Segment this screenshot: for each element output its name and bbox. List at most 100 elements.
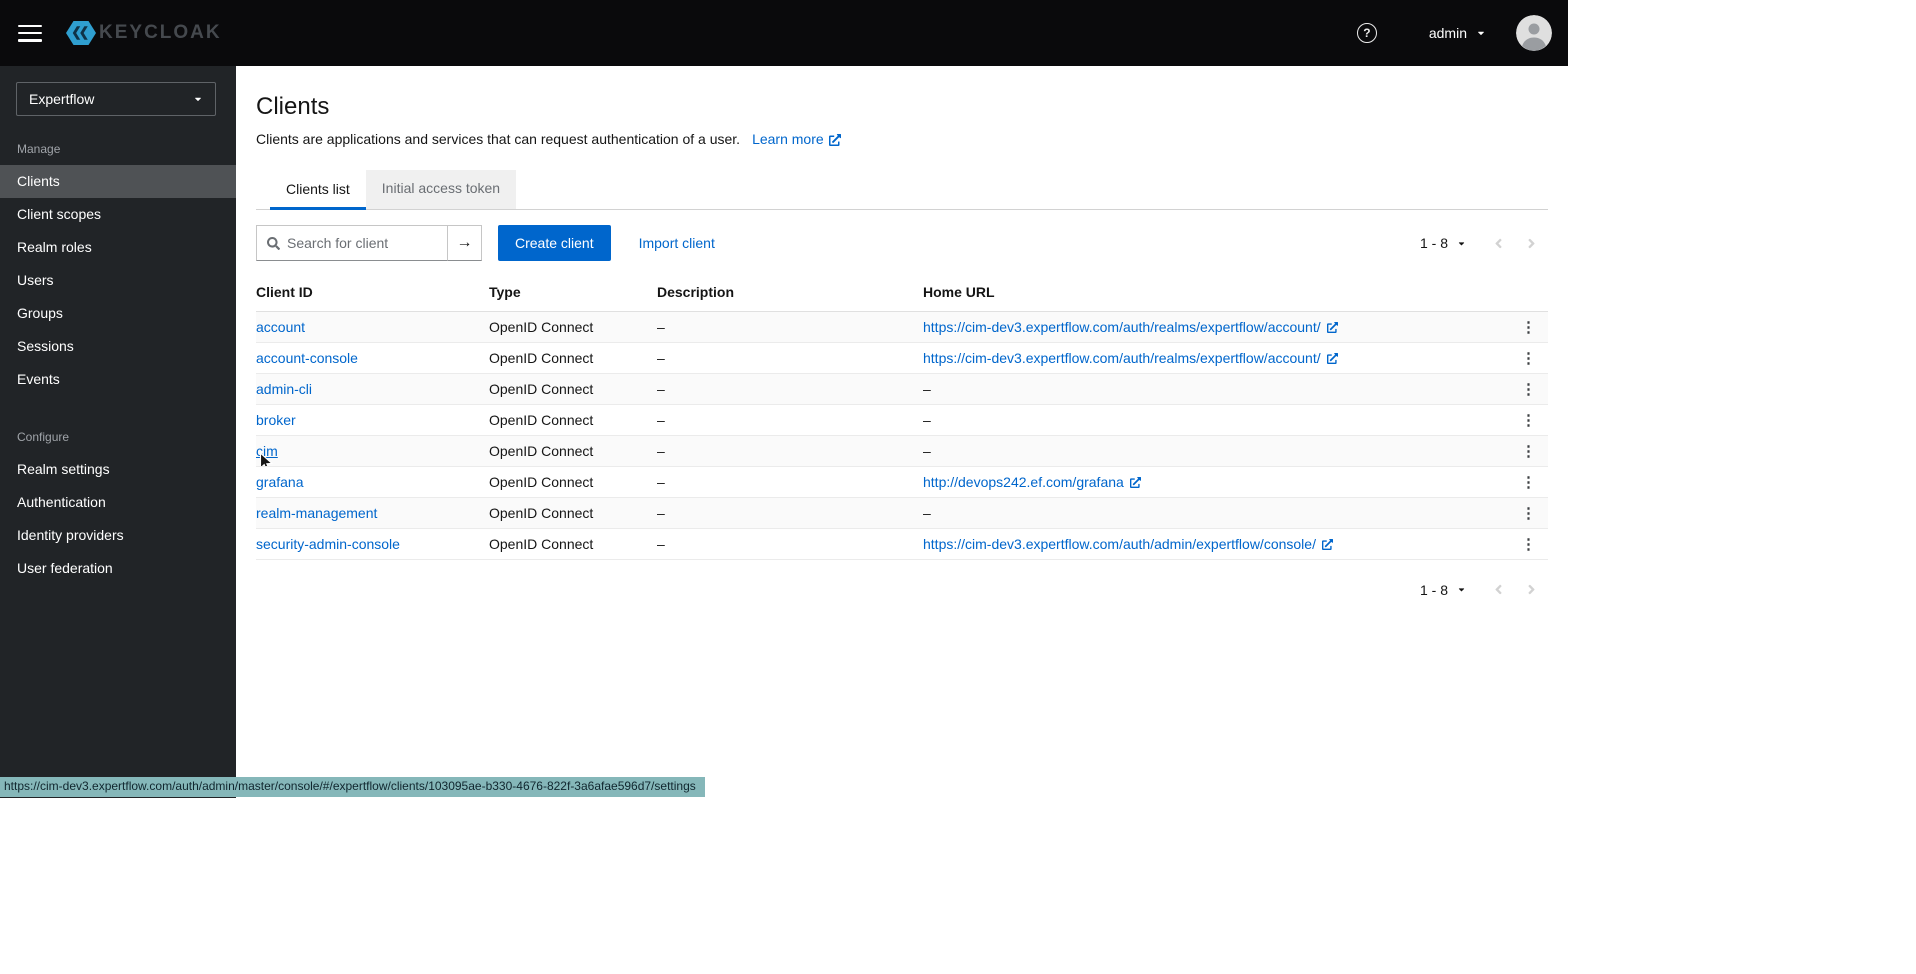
help-button[interactable]: ? — [1357, 23, 1377, 43]
pagination-range-button[interactable]: 1 - 8 — [1414, 231, 1472, 255]
external-link-icon — [1327, 322, 1338, 333]
avatar[interactable] — [1516, 15, 1552, 51]
realm-name: Expertflow — [29, 91, 94, 107]
row-actions-kebab-button[interactable]: ⋮ — [1515, 537, 1542, 552]
row-actions-kebab-button[interactable]: ⋮ — [1515, 351, 1542, 366]
caret-down-icon — [193, 94, 203, 104]
table-row: accountOpenID Connect–https://cim-dev3.e… — [256, 312, 1548, 343]
tabs: Clients list Initial access token — [256, 170, 1548, 210]
client-id-link[interactable]: broker — [256, 412, 296, 428]
sidebar-item-identity-providers[interactable]: Identity providers — [0, 519, 236, 552]
tab-initial-access-token[interactable]: Initial access token — [366, 170, 516, 209]
home-url-link[interactable]: https://cim-dev3.expertflow.com/auth/adm… — [923, 536, 1316, 552]
sidebar-item-groups[interactable]: Groups — [0, 297, 236, 330]
nav-section-manage: Manage Clients Client scopes Realm roles… — [0, 124, 236, 396]
sidebar-item-events[interactable]: Events — [0, 363, 236, 396]
next-page-button[interactable] — [1515, 231, 1548, 256]
row-actions-kebab-button[interactable]: ⋮ — [1515, 475, 1542, 490]
search-input[interactable] — [287, 235, 439, 251]
client-type: OpenID Connect — [489, 312, 657, 343]
pagination-range-button-bottom[interactable]: 1 - 8 — [1414, 578, 1472, 602]
search-submit-button[interactable]: → — [448, 225, 482, 261]
client-id-link[interactable]: admin-cli — [256, 381, 312, 397]
sidebar-item-sessions[interactable]: Sessions — [0, 330, 236, 363]
previous-page-button-bottom[interactable] — [1482, 577, 1515, 602]
status-url-tooltip: https://cim-dev3.expertflow.com/auth/adm… — [0, 777, 705, 797]
client-type: OpenID Connect — [489, 529, 657, 560]
row-actions-kebab-button[interactable]: ⋮ — [1515, 320, 1542, 335]
column-header-type: Type — [489, 273, 657, 312]
nav-section-label-manage: Manage — [0, 124, 236, 165]
home-url-link[interactable]: http://devops242.ef.com/grafana — [923, 474, 1124, 490]
topbar-actions: ? admin — [1357, 15, 1552, 51]
chevron-right-icon — [1527, 236, 1536, 251]
client-description: – — [657, 436, 923, 467]
sidebar-item-users[interactable]: Users — [0, 264, 236, 297]
help-icon: ? — [1363, 26, 1370, 40]
home-url-cell: https://cim-dev3.expertflow.com/auth/rea… — [923, 312, 1500, 343]
toolbar: → Create client Import client 1 - 8 — [256, 225, 1548, 261]
search-icon — [267, 237, 280, 250]
external-link-icon — [1327, 353, 1338, 364]
kebab-icon: ⋮ — [1521, 505, 1536, 522]
arrow-right-icon: → — [457, 234, 473, 251]
client-type: OpenID Connect — [489, 498, 657, 529]
kebab-icon: ⋮ — [1521, 319, 1536, 336]
client-id-link[interactable]: account-console — [256, 350, 358, 366]
table-header-row: Client ID Type Description Home URL — [256, 273, 1548, 312]
import-client-link[interactable]: Import client — [639, 235, 715, 251]
chevron-right-icon — [1527, 582, 1536, 597]
learn-more-link[interactable]: Learn more — [752, 130, 841, 149]
table-row: cimOpenID Connect––⋮ — [256, 436, 1548, 467]
chevron-left-icon — [1494, 582, 1503, 597]
sidebar-item-client-scopes[interactable]: Client scopes — [0, 198, 236, 231]
next-page-button-bottom[interactable] — [1515, 577, 1548, 602]
keycloak-logo: KEYCLOAK — [66, 18, 222, 48]
column-header-home-url: Home URL — [923, 273, 1500, 312]
nav-section-label-configure: Configure — [0, 412, 236, 453]
home-url-link[interactable]: https://cim-dev3.expertflow.com/auth/rea… — [923, 350, 1321, 366]
client-id-link[interactable]: account — [256, 319, 305, 335]
row-actions-kebab-button[interactable]: ⋮ — [1515, 413, 1542, 428]
home-url-empty: – — [923, 436, 1500, 467]
create-client-button[interactable]: Create client — [498, 225, 611, 261]
sidebar-item-clients[interactable]: Clients — [0, 165, 236, 198]
client-id-link[interactable]: grafana — [256, 474, 303, 490]
caret-down-icon — [1457, 585, 1466, 594]
column-header-actions — [1500, 273, 1548, 312]
home-url-cell: https://cim-dev3.expertflow.com/auth/adm… — [923, 529, 1500, 560]
home-url-link[interactable]: https://cim-dev3.expertflow.com/auth/rea… — [923, 319, 1321, 335]
client-type: OpenID Connect — [489, 436, 657, 467]
main-content: Clients Clients are applications and ser… — [236, 66, 1568, 798]
pagination-top: 1 - 8 — [1414, 231, 1548, 256]
table-row: admin-cliOpenID Connect––⋮ — [256, 374, 1548, 405]
home-url-cell: http://devops242.ef.com/grafana — [923, 467, 1500, 498]
tab-clients-list[interactable]: Clients list — [270, 170, 366, 210]
sidebar-item-authentication[interactable]: Authentication — [0, 486, 236, 519]
row-actions-kebab-button[interactable]: ⋮ — [1515, 506, 1542, 521]
client-id-link[interactable]: realm-management — [256, 505, 377, 521]
sidebar-item-realm-settings[interactable]: Realm settings — [0, 453, 236, 486]
home-url-empty: – — [923, 405, 1500, 436]
sidebar-item-user-federation[interactable]: User federation — [0, 552, 236, 585]
chevron-left-icon — [1494, 236, 1503, 251]
clients-table-body: accountOpenID Connect–https://cim-dev3.e… — [256, 312, 1548, 560]
user-menu-button[interactable]: admin — [1429, 25, 1486, 41]
row-actions-kebab-button[interactable]: ⋮ — [1515, 382, 1542, 397]
row-actions-kebab-button[interactable]: ⋮ — [1515, 444, 1542, 459]
previous-page-button[interactable] — [1482, 231, 1515, 256]
sidebar: Expertflow Manage Clients Client scopes … — [0, 66, 236, 798]
table-row: security-admin-consoleOpenID Connect–htt… — [256, 529, 1548, 560]
client-id-link[interactable]: security-admin-console — [256, 536, 400, 552]
external-link-icon — [1130, 477, 1141, 488]
column-header-description: Description — [657, 273, 923, 312]
table-row: brokerOpenID Connect––⋮ — [256, 405, 1548, 436]
keycloak-admin-console: KEYCLOAK ? admin Expertflow — [0, 0, 1568, 798]
username: admin — [1429, 25, 1467, 41]
client-description: – — [657, 374, 923, 405]
realm-selector[interactable]: Expertflow — [16, 82, 216, 116]
external-link-icon — [1322, 539, 1333, 550]
sidebar-item-realm-roles[interactable]: Realm roles — [0, 231, 236, 264]
column-header-client-id: Client ID — [256, 273, 489, 312]
nav-toggle-button[interactable] — [18, 24, 42, 43]
